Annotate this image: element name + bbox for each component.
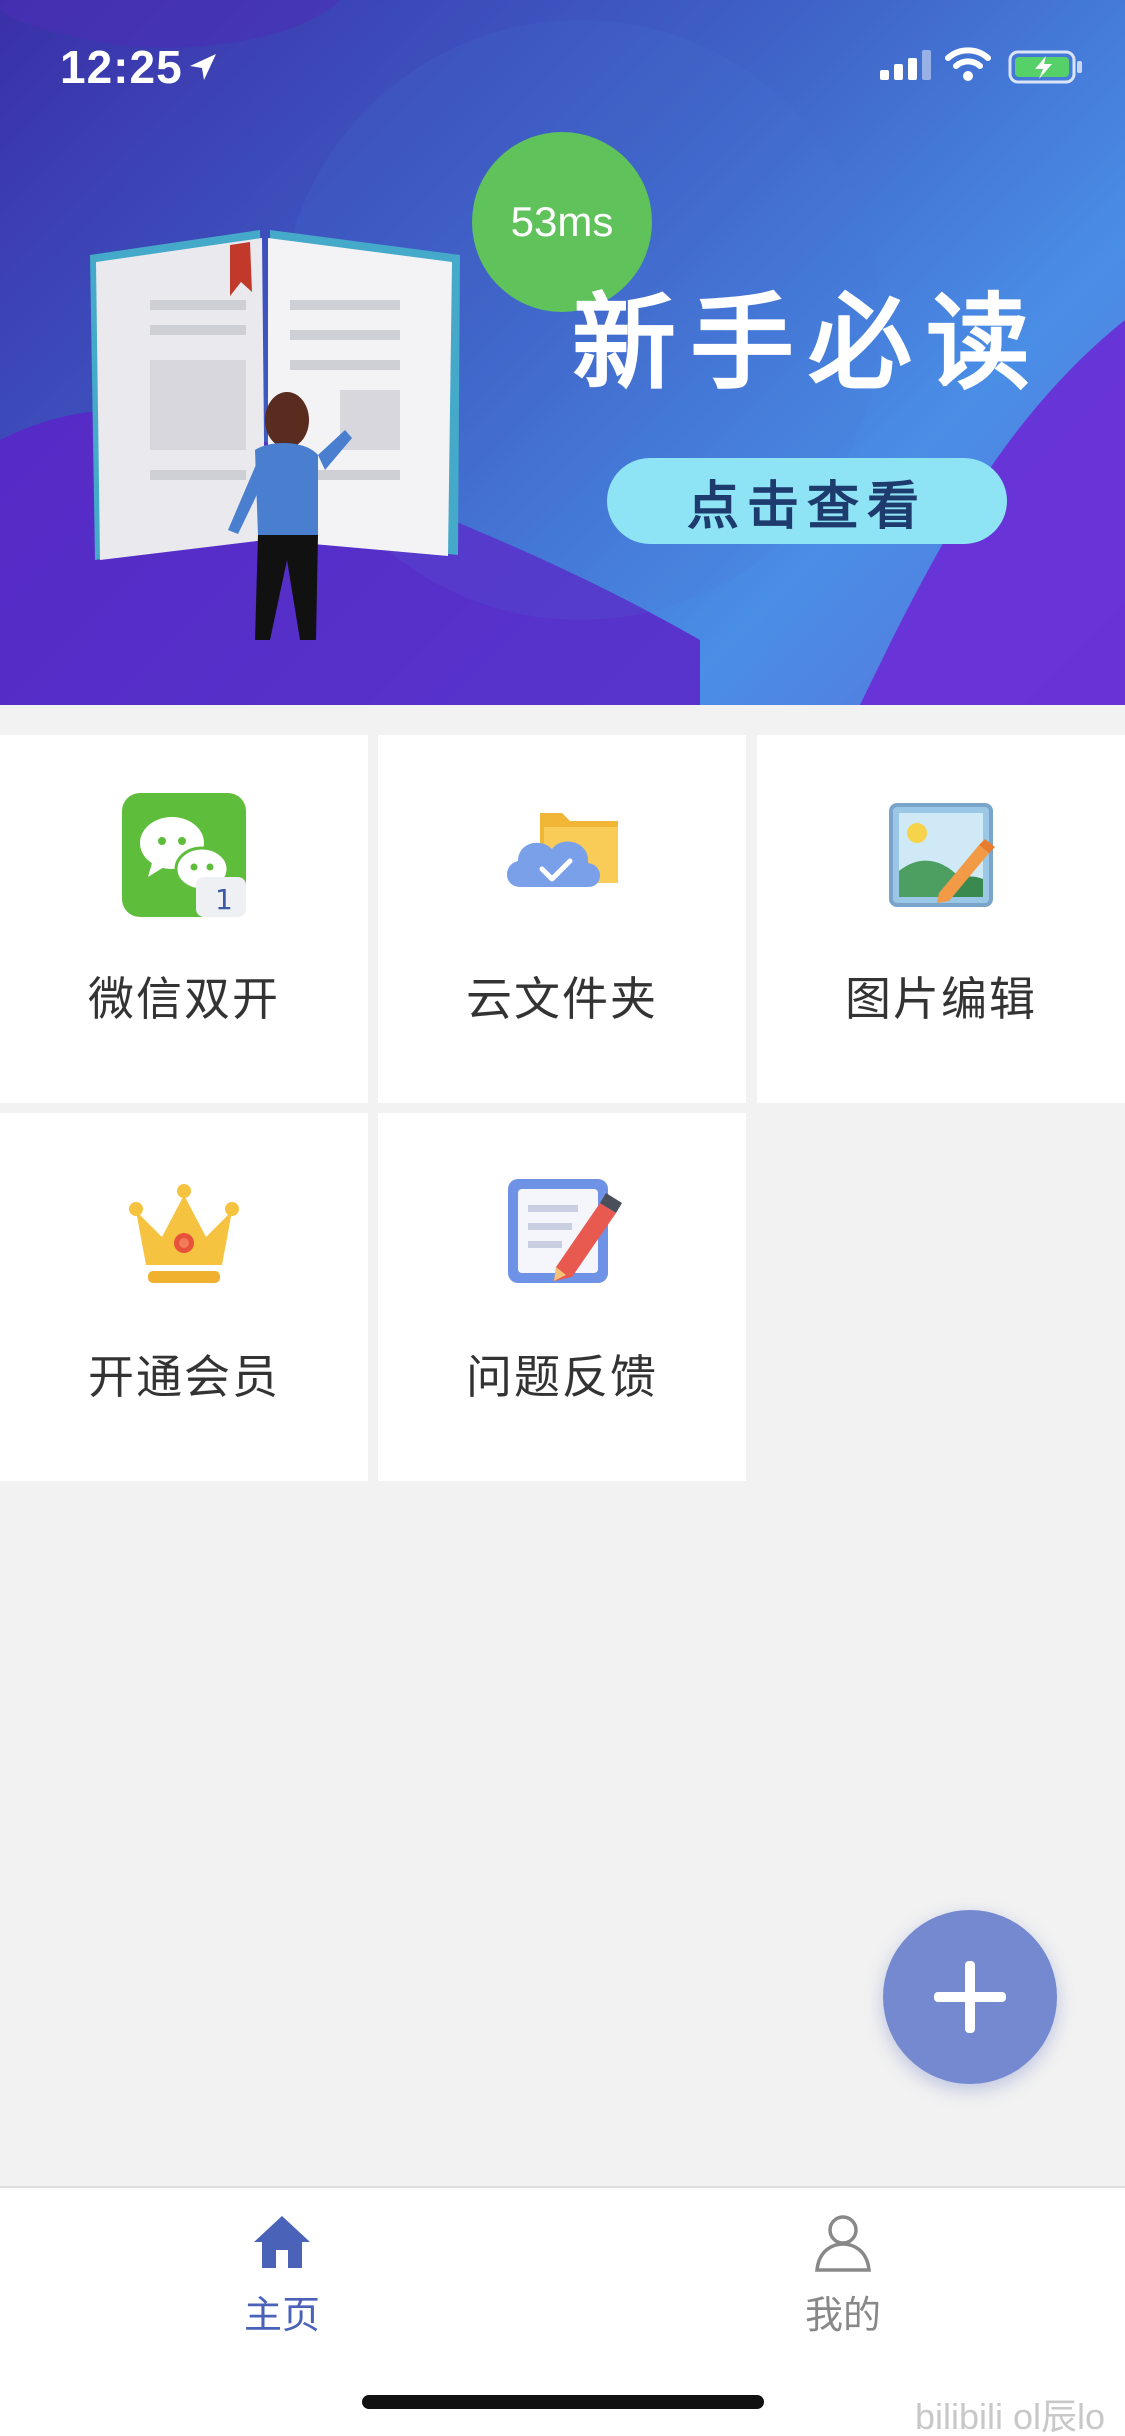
home-icon	[254, 2216, 310, 2268]
image-edit-icon	[889, 803, 995, 907]
tile-label: 开通会员	[88, 1350, 280, 1404]
nav-item-mine[interactable]: 我的	[693, 2188, 993, 2338]
home-indicator[interactable]	[362, 2395, 764, 2409]
tile-image-edit[interactable]: 图片编辑	[757, 735, 1125, 1103]
location-arrow-icon	[190, 54, 216, 80]
plus-icon	[934, 1961, 1006, 2033]
nav-label-mine: 我的	[804, 2293, 881, 2337]
battery-charging-icon	[1008, 50, 1082, 84]
tile-cloud-folder[interactable]: 云文件夹	[378, 735, 746, 1103]
user-icon	[815, 2215, 871, 2272]
banner-title: 新手必读	[572, 282, 1045, 404]
tile-label: 微信双开	[88, 972, 280, 1026]
feedback-edit-icon	[508, 1179, 622, 1283]
tile-membership[interactable]: 开通会员	[0, 1113, 368, 1481]
banner[interactable]: 12:25 53ms 新手必读 点击查看	[0, 0, 1125, 705]
status-bar: 12:25	[0, 0, 1125, 130]
tile-wechat-dual[interactable]: 1 微信双开	[0, 735, 368, 1103]
signal-icon	[880, 50, 931, 80]
nav-item-home[interactable]: 主页	[132, 2188, 432, 2338]
wifi-icon	[945, 47, 991, 81]
nav-label-home: 主页	[243, 2293, 320, 2337]
crown-icon	[129, 1184, 239, 1283]
tile-feedback[interactable]: 问题反馈	[378, 1113, 746, 1481]
watermark: bilibili ol辰lo	[915, 2396, 1106, 2436]
tile-label: 云文件夹	[466, 972, 658, 1026]
add-button[interactable]	[883, 1910, 1057, 2084]
tile-label: 图片编辑	[845, 972, 1037, 1026]
status-time: 12:25	[60, 41, 183, 93]
cloud-folder-icon	[506, 813, 618, 887]
tile-label: 问题反馈	[466, 1350, 658, 1404]
wechat-badge: 1	[215, 883, 233, 916]
view-guide-button[interactable]: 点击查看	[607, 458, 1007, 544]
